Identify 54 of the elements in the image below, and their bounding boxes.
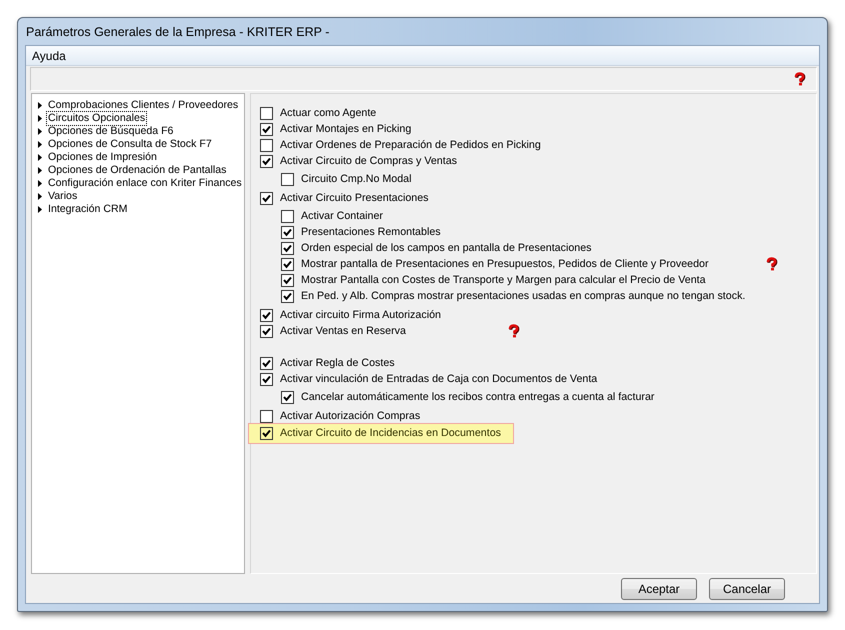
- help-icon[interactable]: [506, 324, 520, 338]
- tree-item[interactable]: Opciones de Ordenación de Pantallas: [46, 163, 228, 178]
- checkbox[interactable]: [260, 122, 273, 136]
- checkbox[interactable]: [260, 372, 273, 386]
- checkbox[interactable]: [260, 308, 273, 322]
- checkbox[interactable]: [260, 138, 273, 152]
- tree-item[interactable]: Circuitos Opcionales: [46, 111, 148, 126]
- checkbox-label: Activar Ventas en Reserva: [280, 325, 406, 337]
- checkbox-label: Actuar como Agente: [280, 107, 376, 119]
- tree-item[interactable]: Opciones de Búsqueda F6: [46, 124, 176, 139]
- checkbox[interactable]: [260, 410, 273, 422]
- checkbox-label: Mostrar pantalla de Presentaciones en Presupuestos, Pedidos de Cliente y Proveedor: [301, 258, 709, 270]
- window-title: Parámetros Generales de la Empresa - KRITER ERP -: [26, 24, 330, 38]
- help-icon[interactable]: [764, 257, 778, 271]
- checkbox-label: Mostrar Pantalla con Costes de Transporte y Margen para calcular el Precio de Venta: [301, 274, 706, 286]
- checkbox-label: Presentaciones Remontables: [301, 226, 441, 238]
- checkbox[interactable]: [281, 210, 294, 222]
- checkbox-label: Activar Circuito Presentaciones: [280, 192, 428, 204]
- checkbox-label: En Ped. y Alb. Compras mostrar presentaciones usadas en compras aunque no tengan stock.: [301, 290, 746, 302]
- checkbox-label: Activar circuito Firma Autorización: [280, 309, 441, 321]
- tree-item[interactable]: Comprobaciones Clientes / Proveedores: [46, 98, 240, 113]
- checkbox-label: Circuito Cmp.No Modal: [301, 173, 412, 185]
- checkbox-label: Activar Ordenes de Preparación de Pedidos en Picking: [280, 139, 541, 151]
- dialog-button[interactable]: Aceptar: [621, 578, 697, 600]
- checkbox[interactable]: [281, 226, 294, 238]
- dialog-button[interactable]: Cancelar: [709, 578, 785, 600]
- checkbox-label: Activar Circuito de Incidencias en Documentos: [280, 427, 501, 439]
- tree-item[interactable]: Configuración enlace con Kriter Finances: [46, 176, 244, 191]
- checkbox-label: Activar Autorización Compras: [280, 410, 420, 422]
- checkbox[interactable]: [260, 192, 273, 204]
- checkbox-label: Activar Circuito de Compras y Ventas: [280, 155, 458, 167]
- menu-item[interactable]: Ayuda: [32, 48, 66, 62]
- tree-item[interactable]: Opciones de Impresión: [46, 150, 159, 165]
- tree-item[interactable]: Integración CRM: [46, 202, 130, 217]
- checkbox[interactable]: [281, 290, 294, 302]
- checkbox[interactable]: [260, 324, 273, 338]
- checkbox-label: Cancelar automáticamente los recibos contra entregas a cuenta al facturar: [301, 391, 654, 403]
- checkbox[interactable]: [260, 426, 273, 440]
- checkbox[interactable]: [281, 258, 294, 270]
- checkbox-label: Activar vinculación de Entradas de Caja con Documentos de Venta: [280, 373, 598, 385]
- help-icon[interactable]: [792, 72, 806, 86]
- checkbox[interactable]: [281, 274, 294, 286]
- checkbox[interactable]: [281, 242, 294, 254]
- checkbox-label: Activar Container: [301, 210, 383, 222]
- tree-item[interactable]: Opciones de Consulta de Stock F7: [46, 137, 214, 152]
- checkbox[interactable]: [260, 154, 273, 168]
- checkbox[interactable]: [260, 106, 273, 120]
- checkbox-label: Orden especial de los campos en pantalla de Presentaciones: [301, 242, 592, 254]
- checkbox-label: Activar Montajes en Picking: [280, 123, 412, 135]
- checkbox-label: Activar Regla de Costes: [280, 357, 395, 369]
- checkbox[interactable]: [281, 390, 294, 404]
- tree-item[interactable]: Varios: [46, 189, 80, 204]
- checkbox[interactable]: [260, 356, 273, 370]
- checkbox[interactable]: [281, 172, 294, 186]
